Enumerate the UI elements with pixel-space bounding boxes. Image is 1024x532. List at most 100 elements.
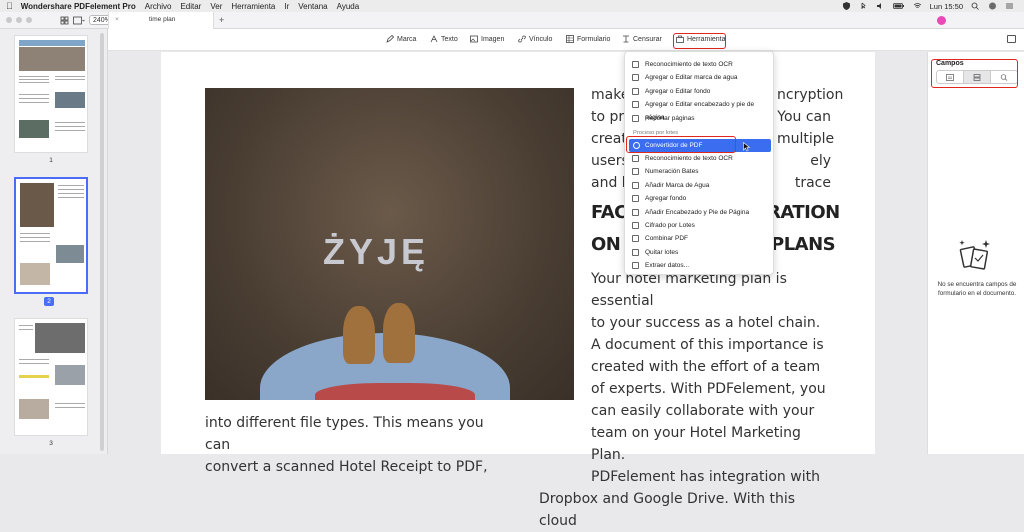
zoom-window-button[interactable]	[26, 17, 32, 23]
thumb-page-number: 3	[49, 440, 53, 447]
heading-2-tail[interactable]: PLANS	[771, 234, 836, 255]
header-footer-icon	[632, 208, 639, 216]
ocr-icon	[632, 155, 639, 162]
bates-icon	[632, 168, 639, 176]
tool-marca[interactable]: Marca	[386, 35, 416, 43]
document-photo[interactable]: ŻYJĘ	[205, 88, 574, 400]
watermark-icon	[632, 181, 639, 189]
form-icon	[566, 35, 574, 43]
menu-item-crop-pages[interactable]: Recortar páginas	[625, 112, 775, 125]
close-tab-icon[interactable]: ×	[115, 16, 119, 23]
grid-view-icon[interactable]	[60, 16, 69, 25]
pen-icon	[386, 35, 394, 43]
tab-title: time plan	[149, 16, 176, 23]
menu-item-batch-ocr[interactable]: Reconocimiento de texto OCR	[625, 152, 775, 165]
menu-item-extract-data[interactable]: Extraer datos...	[625, 259, 775, 272]
clock[interactable]: Lun 15:50	[930, 2, 963, 11]
volume-icon[interactable]	[876, 2, 885, 10]
menu-item-batch-watermark[interactable]: Añadir Marca de Agua	[625, 179, 775, 192]
tool-label: Vínculo	[529, 35, 553, 43]
crop-icon	[632, 114, 639, 122]
heading-1-tail[interactable]: RATION	[767, 202, 840, 223]
menu-herramienta[interactable]: Herramienta	[231, 2, 275, 11]
extract-icon	[632, 262, 639, 270]
header-footer-icon	[632, 101, 639, 109]
herramienta-dropdown-menu: Reconocimiento de texto OCR Agregar o Ed…	[624, 51, 774, 275]
thumb-page-number: 1	[49, 157, 53, 164]
menu-editar[interactable]: Editar	[180, 2, 201, 11]
minimize-window-button[interactable]	[16, 17, 22, 23]
redact-icon	[623, 35, 629, 43]
menu-list-icon[interactable]	[1005, 2, 1014, 10]
apple-icon[interactable]: 	[6, 1, 13, 11]
menu-item-batch-background[interactable]: Agregar fondo	[625, 192, 775, 205]
empty-fields-icon	[959, 240, 990, 270]
sidebar-view-icon[interactable]	[73, 16, 85, 25]
pdf-converter-highlight	[626, 136, 736, 153]
tool-label: Formulario	[577, 35, 611, 43]
link-icon	[518, 35, 526, 43]
image-icon	[470, 35, 478, 43]
menu-item-bates[interactable]: Numeración Bates	[625, 165, 775, 178]
bluetooth-icon[interactable]	[859, 2, 868, 10]
editor-toolbar: Marca Texto Imagen Vínculo Formulario Ce…	[108, 29, 1024, 51]
tab-time-plan[interactable]: × time plan	[108, 12, 214, 29]
window-controls	[6, 17, 32, 23]
battery-icon[interactable]	[892, 2, 905, 10]
search-icon[interactable]	[971, 2, 980, 10]
status-area: Lun 15:50	[842, 0, 1014, 12]
control-center-icon[interactable]	[988, 2, 997, 10]
menu-ir[interactable]: Ir	[284, 2, 289, 11]
tool-censurar[interactable]: Censurar	[622, 35, 662, 43]
menu-ayuda[interactable]: Ayuda	[337, 2, 360, 11]
thumb-photo	[19, 47, 85, 71]
menu-item-remove-batch[interactable]: Quitar lotes	[625, 246, 775, 259]
fields-tabs-highlight	[931, 59, 1018, 88]
macos-menubar:  Wondershare PDFelement Pro Archivo Edi…	[0, 0, 1024, 12]
toggle-right-panel-icon[interactable]	[1007, 35, 1016, 43]
app-name[interactable]: Wondershare PDFelement Pro	[21, 2, 136, 11]
document-canvas: ŻYJĘ make to pr creat users and b ncrypt…	[109, 52, 927, 529]
page-thumbnail-2[interactable]	[14, 177, 88, 294]
tool-imagen[interactable]: Imagen	[470, 35, 504, 43]
menu-item-batch-header-footer[interactable]: Añadir Encabezado y Pie de Página	[625, 206, 775, 219]
tool-label: Texto	[441, 35, 458, 43]
left-paragraph[interactable]: into different file types. This means yo…	[205, 412, 499, 478]
close-window-button[interactable]	[6, 17, 12, 23]
menu-item-background[interactable]: Agregar o Editar fondo	[625, 85, 775, 98]
shield-icon[interactable]	[842, 2, 851, 10]
text-icon	[430, 35, 438, 43]
right-paragraph-1-tail[interactable]: ncryption You can multiple ely trace	[777, 84, 843, 194]
menu-item-combine-pdf[interactable]: Combinar PDF	[625, 232, 775, 245]
tool-label: Censurar	[633, 35, 662, 43]
lock-icon	[632, 222, 639, 229]
sidebar-scrollbar[interactable]	[100, 33, 104, 451]
add-tab-button[interactable]: +	[219, 15, 224, 25]
tool-texto[interactable]: Texto	[430, 35, 458, 43]
thumbnail-sidebar: 1 2 3	[0, 29, 108, 454]
menu-item-batch-encrypt[interactable]: Cifrado por Lotes	[625, 219, 775, 232]
page-thumbnail-1[interactable]	[14, 35, 88, 153]
thumb-page-number-active: 2	[44, 297, 54, 306]
menu-item-header-footer[interactable]: Agregar o Editar encabezado y pie de pág…	[625, 98, 775, 121]
tool-formulario[interactable]: Formulario	[566, 35, 610, 43]
page-thumbnail-3[interactable]	[14, 318, 88, 436]
menu-item-watermark[interactable]: Agregar o Editar marca de agua	[625, 71, 775, 84]
trash-icon	[632, 248, 639, 256]
tool-label: Marca	[397, 35, 417, 43]
combine-icon	[632, 235, 639, 243]
wifi-icon[interactable]	[913, 2, 922, 10]
title-bar: 240% × time plan +	[0, 12, 1024, 29]
photo-word: ŻYJĘ	[323, 231, 430, 272]
avatar[interactable]	[937, 16, 946, 25]
watermark-icon	[632, 74, 639, 82]
tool-vinculo[interactable]: Vínculo	[518, 35, 552, 43]
mouse-cursor-icon	[743, 142, 751, 152]
right-paragraph-2[interactable]: Your hotel marketing plan is essential t…	[539, 268, 831, 532]
tool-label: Imagen	[481, 35, 505, 43]
menu-ver[interactable]: Ver	[210, 2, 222, 11]
menu-item-ocr[interactable]: Reconocimiento de texto OCR	[625, 58, 775, 71]
empty-fields-message: No se encuentra campos de formulario en …	[937, 281, 1017, 297]
menu-archivo[interactable]: Archivo	[145, 2, 172, 11]
menu-ventana[interactable]: Ventana	[298, 2, 327, 11]
